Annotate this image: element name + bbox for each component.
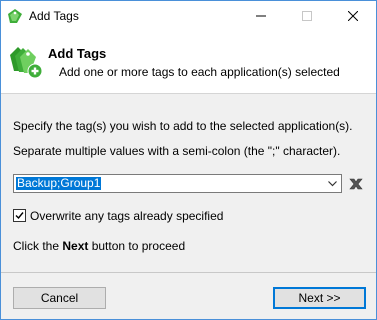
dropdown-arrow[interactable] (325, 176, 340, 191)
tags-add-icon (10, 47, 43, 79)
proceed-suffix: button to proceed (88, 239, 186, 253)
maximize-button[interactable] (284, 1, 330, 31)
maximize-icon (302, 11, 312, 21)
proceed-text: Click the Next button to proceed (13, 239, 185, 253)
footer-divider (1, 272, 376, 273)
separator-hint-text: Separate multiple values with a semi-col… (13, 144, 341, 158)
checkmark-icon (15, 212, 24, 220)
overwrite-checkbox[interactable] (13, 209, 26, 222)
add-tags-dialog: Add Tags Add Tags Add one or more tags t… (0, 0, 377, 320)
banner-heading: Add Tags (48, 46, 107, 61)
clear-x-icon[interactable] (347, 175, 365, 193)
proceed-prefix: Click the (13, 239, 63, 253)
tags-input-value[interactable]: Backup;Group1 (16, 177, 102, 190)
title-bar: Add Tags (1, 1, 376, 31)
header-banner: Add Tags Add one or more tags to each ap… (1, 31, 376, 94)
banner-subheading: Add one or more tags to each application… (59, 65, 340, 79)
instruction-text: Specify the tag(s) you wish to add to th… (13, 119, 353, 133)
tags-combobox[interactable]: Backup;Group1 (13, 174, 342, 193)
window-title: Add Tags (29, 9, 79, 23)
minimize-icon (256, 15, 266, 17)
minimize-button[interactable] (238, 1, 284, 31)
proceed-bold: Next (62, 239, 89, 253)
overwrite-label[interactable]: Overwrite any tags already specified (30, 209, 223, 223)
close-button[interactable] (330, 1, 376, 31)
close-icon (348, 11, 358, 21)
next-button[interactable]: Next >> (273, 287, 366, 309)
tags-icon (8, 9, 22, 23)
cancel-button[interactable]: Cancel (13, 287, 106, 309)
chevron-down-icon (328, 180, 337, 186)
